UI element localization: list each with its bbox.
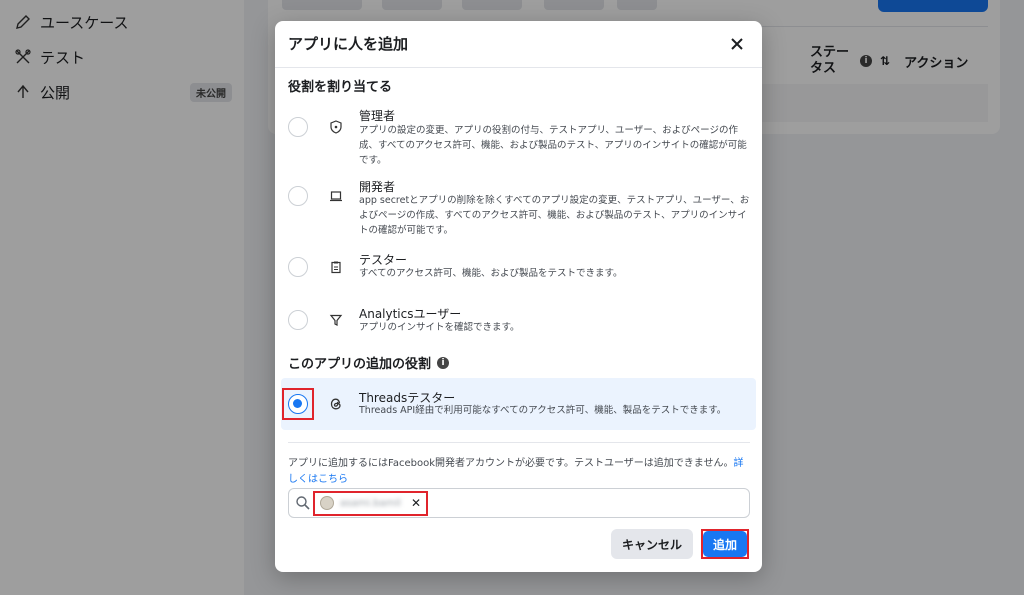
user-search-input[interactable]: asami.bamil ✕ bbox=[288, 488, 750, 518]
close-icon bbox=[731, 38, 743, 50]
role-description: Threads API経由で利用可能なすべてのアクセス許可、機能、製品をテストで… bbox=[359, 405, 727, 416]
highlight-box bbox=[282, 388, 314, 420]
filter-icon bbox=[328, 312, 344, 328]
role-option-developer[interactable]: 開発者 app secretとアプリの削除を除くすべてのアプリ設定の変更、テスト… bbox=[281, 175, 756, 237]
radio-tester[interactable] bbox=[288, 257, 308, 277]
add-people-dialog: アプリに人を追加 役割を割り当てる 管理者 アプリの設定の変更、アプリの役割の付… bbox=[275, 21, 762, 572]
role-description: アプリのインサイトを確認できます。 bbox=[359, 322, 520, 333]
clipboard-icon bbox=[328, 259, 344, 275]
role-option-tester[interactable]: テスター すべてのアクセス許可、機能、および製品をテストできます。 bbox=[281, 249, 756, 289]
threads-icon bbox=[328, 396, 344, 412]
notice-body: アプリに追加するにはFacebook開発者アカウントが必要です。テストユーザーは… bbox=[288, 458, 734, 469]
divider bbox=[288, 442, 750, 443]
add-button[interactable]: 追加 bbox=[703, 531, 747, 557]
role-description: アプリの設定の変更、アプリの役割の付与、テストアプリ、ユーザー、およびページの作… bbox=[359, 125, 747, 166]
divider bbox=[275, 67, 762, 68]
radio-developer[interactable] bbox=[288, 186, 308, 206]
search-icon bbox=[295, 495, 311, 511]
shield-icon bbox=[328, 119, 344, 135]
dialog-title: アプリに人を追加 bbox=[288, 35, 409, 53]
role-description: app secretとアプリの削除を除くすべてのアプリ設定の変更、テストアプリ、… bbox=[359, 195, 750, 236]
cancel-button[interactable]: キャンセル bbox=[611, 529, 693, 559]
radio-admin[interactable] bbox=[288, 117, 308, 137]
role-option-threads-tester[interactable]: Threadsテスター Threads API経由で利用可能なすべてのアクセス許… bbox=[281, 378, 756, 430]
role-name: 管理者 bbox=[359, 109, 396, 123]
close-button[interactable] bbox=[724, 31, 750, 57]
info-icon[interactable]: i bbox=[437, 356, 450, 369]
highlight-box bbox=[313, 491, 428, 516]
role-option-analytics-user[interactable]: Analyticsユーザー アプリのインサイトを確認できます。 bbox=[281, 304, 756, 344]
laptop-icon bbox=[328, 188, 344, 204]
radio-analytics-user[interactable] bbox=[288, 310, 308, 330]
assign-roles-title: 役割を割り当てる bbox=[288, 80, 393, 95]
role-option-admin[interactable]: 管理者 アプリの設定の変更、アプリの役割の付与、テストアプリ、ユーザー、およびペ… bbox=[281, 103, 756, 166]
role-description: すべてのアクセス許可、機能、および製品をテストできます。 bbox=[359, 268, 623, 279]
additional-roles-title: このアプリの追加の役割 i bbox=[288, 353, 450, 372]
notice-text: アプリに追加するにはFacebook開発者アカウントが必要です。テストユーザーは… bbox=[288, 456, 750, 488]
additional-roles-label: このアプリの追加の役割 bbox=[288, 357, 432, 372]
